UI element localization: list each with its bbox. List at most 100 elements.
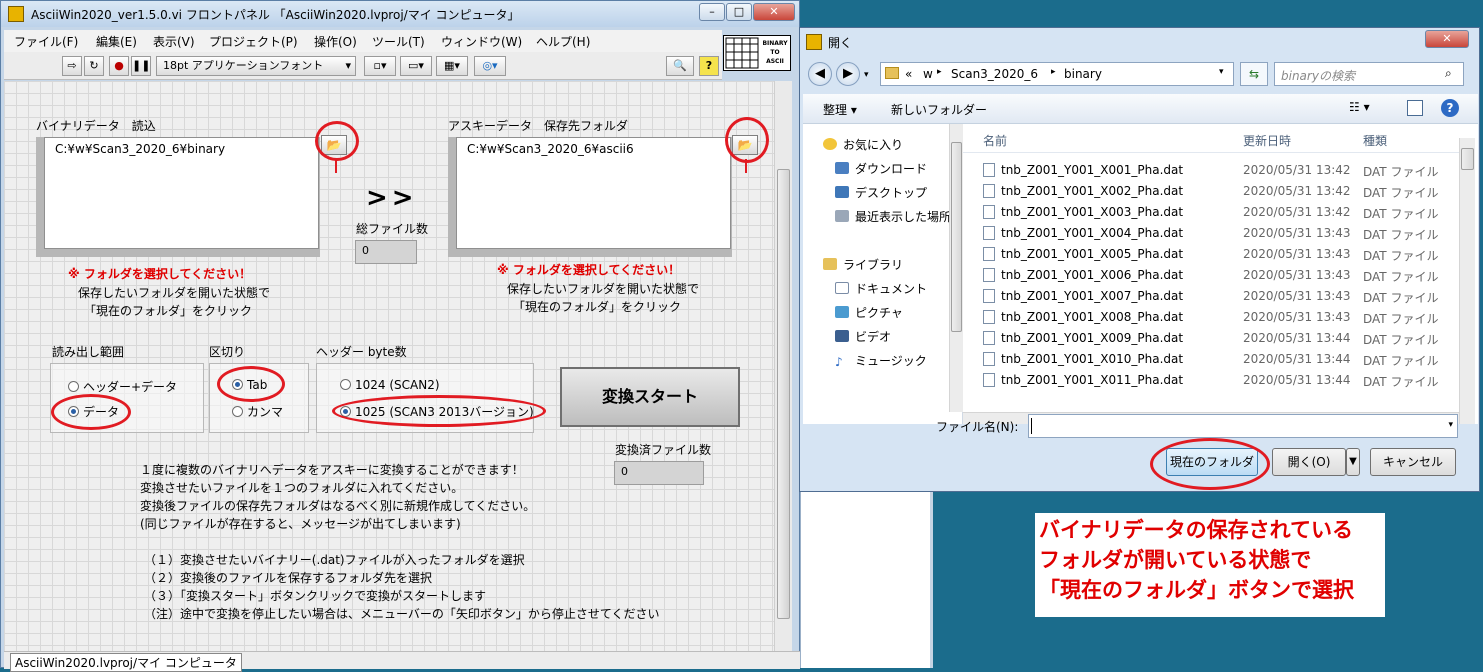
filename-dropdown-icon[interactable]: ▾ — [1448, 420, 1453, 430]
radio-1024[interactable]: 1024 (SCAN2) — [340, 378, 440, 392]
file-row[interactable]: tnb_Z001_Y001_X005_Pha.dat 2020/05/31 13:… — [981, 244, 1451, 265]
preview-pane-icon[interactable] — [1407, 100, 1423, 116]
nav-libraries[interactable]: ライブラリ — [823, 256, 903, 273]
file-type: DAT ファイル — [1363, 333, 1439, 347]
pause-icon[interactable]: ❚❚ — [131, 56, 151, 76]
file-row[interactable]: tnb_Z001_Y001_X007_Pha.dat 2020/05/31 13:… — [981, 286, 1451, 307]
nav-scrollbar[interactable] — [949, 124, 963, 412]
menu-tools[interactable]: ツール(T) — [372, 33, 425, 50]
search-icon[interactable]: 🔍 — [666, 56, 694, 76]
maximize-button[interactable]: □ — [726, 3, 752, 21]
file-name: tnb_Z001_Y001_X008_Pha.dat — [1001, 310, 1184, 324]
view-options-icon[interactable]: ☷ ▾ — [1349, 100, 1370, 114]
file-scrollbar-thumb[interactable] — [1461, 148, 1474, 170]
file-scrollbar[interactable] — [1459, 138, 1475, 424]
radio-header-data[interactable]: ヘッダー+データ — [68, 378, 177, 395]
instruction-1: １度に複数のバイナリへデータをアスキーに変換することができます！ — [140, 463, 524, 477]
file-icon — [983, 184, 995, 198]
converted-files-indicator: 0 — [614, 461, 704, 485]
close-button[interactable]: ✕ — [753, 3, 795, 21]
menu-view[interactable]: 表示(V) — [153, 33, 195, 50]
open-dropdown-icon[interactable]: ▼ — [1346, 448, 1360, 476]
convert-start-button[interactable]: 変換スタート — [560, 367, 740, 427]
file-name: tnb_Z001_Y001_X007_Pha.dat — [1001, 289, 1184, 303]
column-name[interactable]: 名前 — [983, 132, 1007, 149]
binary-hint-1: 保存したいフォルダを開いた状態で — [78, 286, 271, 300]
dialog-close-button[interactable]: ✕ — [1425, 30, 1469, 48]
font-select[interactable]: 18pt アプリケーションフォント ▾ — [156, 56, 356, 76]
breadcrumb-scan3[interactable]: Scan3_2020_6 — [951, 67, 1038, 81]
background-window — [800, 492, 933, 668]
breadcrumb-binary[interactable]: binary — [1064, 67, 1102, 81]
file-type: DAT ファイル — [1363, 228, 1439, 242]
run-continuously-icon[interactable]: ↻ — [84, 56, 104, 76]
open-dialog: 開く ✕ ◀ ▶ ▾ « w ▸ Scan3_2020_6 ▸ binary ▾… — [799, 27, 1480, 492]
file-row[interactable]: tnb_Z001_Y001_X004_Pha.dat 2020/05/31 13:… — [981, 223, 1451, 244]
file-row[interactable]: tnb_Z001_Y001_X009_Pha.dat 2020/05/31 13:… — [981, 328, 1451, 349]
resize-objects-icon[interactable]: ▦▾ — [436, 56, 468, 76]
column-date[interactable]: 更新日時 — [1243, 132, 1291, 149]
refresh-icon[interactable]: ⇆ — [1240, 62, 1268, 86]
nav-documents[interactable]: ドキュメント — [835, 280, 927, 297]
file-row[interactable]: tnb_Z001_Y001_X001_Pha.dat 2020/05/31 13:… — [981, 160, 1451, 181]
file-date: 2020/05/31 13:42 — [1243, 163, 1351, 177]
nav-favorites[interactable]: お気に入り — [823, 136, 903, 153]
organize-button[interactable]: 整理 ▾ — [823, 101, 857, 118]
ascii-path-input[interactable]: C:¥w¥Scan3_2020_6¥ascii6 — [456, 137, 731, 249]
new-folder-button[interactable]: 新しいフォルダー — [891, 101, 987, 118]
file-row[interactable]: tnb_Z001_Y001_X006_Pha.dat 2020/05/31 13:… — [981, 265, 1451, 286]
menu-help[interactable]: ヘルプ(H) — [536, 33, 590, 50]
filename-input[interactable]: ▾ — [1028, 414, 1458, 438]
address-bar[interactable]: « w ▸ Scan3_2020_6 ▸ binary ▾ — [880, 62, 1234, 86]
file-row[interactable]: tnb_Z001_Y001_X010_Pha.dat 2020/05/31 13:… — [981, 349, 1451, 370]
forward-arrow-icon[interactable]: ▶ — [836, 62, 860, 86]
file-row[interactable]: tnb_Z001_Y001_X003_Pha.dat 2020/05/31 13:… — [981, 202, 1451, 223]
nav-scrollbar-thumb[interactable] — [951, 142, 962, 332]
nav-recent-places[interactable]: 最近表示した場所 — [835, 208, 951, 225]
address-dropdown-icon[interactable]: ▾ — [1219, 67, 1224, 77]
nav-pictures[interactable]: ピクチャ — [835, 304, 903, 321]
annotation-circle-current-folder — [1150, 438, 1270, 490]
panel-scrollbar[interactable] — [774, 81, 792, 651]
nav-music[interactable]: ♪ ミュージック — [835, 352, 927, 369]
file-row[interactable]: tnb_Z001_Y001_X008_Pha.dat 2020/05/31 13:… — [981, 307, 1451, 328]
radio-comma[interactable]: カンマ — [232, 403, 283, 420]
menu-window[interactable]: ウィンドウ(W) — [441, 33, 522, 50]
column-type[interactable]: 種類 — [1363, 132, 1387, 149]
run-arrow-icon[interactable]: ⇨ — [62, 56, 82, 76]
pictures-icon — [835, 306, 849, 318]
scrollbar-thumb[interactable] — [777, 169, 790, 619]
align-objects-icon[interactable]: ▫▾ — [364, 56, 396, 76]
search-input[interactable]: binaryの検索 ⌕ — [1274, 62, 1464, 86]
breadcrumb-separator-icon[interactable]: ▸ — [937, 67, 942, 77]
binary-path-input[interactable]: C:¥w¥Scan3_2020_6¥binary — [44, 137, 319, 249]
file-row[interactable]: tnb_Z001_Y001_X011_Pha.dat 2020/05/31 13:… — [981, 370, 1451, 391]
file-date: 2020/05/31 13:43 — [1243, 310, 1351, 324]
text-cursor — [1031, 418, 1032, 434]
nav-downloads[interactable]: ダウンロード — [835, 160, 927, 177]
help-icon[interactable]: ? — [699, 56, 719, 76]
breadcrumb-w[interactable]: w — [923, 67, 933, 81]
menu-edit[interactable]: 編集(E) — [96, 33, 137, 50]
reorder-icon[interactable]: ◎▾ — [474, 56, 506, 76]
distribute-objects-icon[interactable]: ▭▾ — [400, 56, 432, 76]
minimize-button[interactable]: – — [699, 3, 725, 21]
history-dropdown-icon[interactable]: ▾ — [864, 70, 869, 80]
breadcrumb-separator-icon[interactable]: ▸ — [1051, 67, 1056, 77]
help-icon[interactable]: ? — [1441, 99, 1459, 117]
abort-icon[interactable]: ● — [109, 56, 129, 76]
file-name: tnb_Z001_Y001_X001_Pha.dat — [1001, 163, 1184, 177]
file-type: DAT ファイル — [1363, 207, 1439, 221]
nav-videos[interactable]: ビデオ — [835, 328, 891, 345]
menu-operate[interactable]: 操作(O) — [314, 33, 357, 50]
vi-icon-text-3: ASCII — [766, 58, 784, 65]
menu-project[interactable]: プロジェクト(P) — [209, 33, 298, 50]
back-arrow-icon[interactable]: ◀ — [808, 62, 832, 86]
file-row[interactable]: tnb_Z001_Y001_X002_Pha.dat 2020/05/31 13:… — [981, 181, 1451, 202]
converted-files-label: 変換済ファイル数 — [615, 443, 712, 457]
breadcrumb-overflow[interactable]: « — [905, 67, 912, 81]
nav-desktop[interactable]: デスクトップ — [835, 184, 927, 201]
cancel-button[interactable]: キャンセル — [1370, 448, 1456, 476]
open-button[interactable]: 開く(O) — [1272, 448, 1346, 476]
menu-file[interactable]: ファイル(F) — [14, 33, 78, 50]
